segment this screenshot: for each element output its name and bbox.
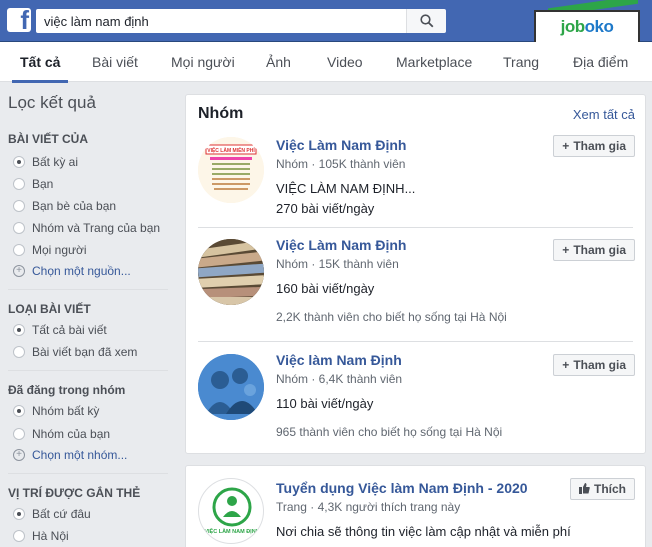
filter-heading-tagged-location: VỊ TRÍ ĐƯỢC GẮN THẺ xyxy=(8,486,141,500)
search-icon xyxy=(419,14,433,28)
avatar-caption: VIỆC LÀM MIỄN PHÍ xyxy=(207,146,255,154)
filter-option-seen-posts[interactable]: Bài viết bạn đã xem xyxy=(13,343,137,361)
search-tabs: Tất cả Bài viết Mọi người Ảnh Video Mark… xyxy=(0,42,652,83)
tab-people[interactable]: Mọi người xyxy=(171,42,235,82)
group-meta: Nhóm · 15K thành viên xyxy=(276,257,399,271)
filter-sidebar: Lọc kết quả BÀI VIẾT CỦA Bất kỳ ai Bạn B… xyxy=(0,83,176,547)
group-meta: Nhóm · 6,4K thành viên xyxy=(276,372,403,386)
group-posts-per-day: 160 bài viết/ngày xyxy=(276,281,375,296)
page-avatar[interactable]: VIỆC LÀM NAM ĐỊNH xyxy=(198,478,264,544)
group-members-location: 2,2K thành viên cho biết họ sống tại Hà … xyxy=(276,310,507,324)
join-group-button[interactable]: + Tham gia xyxy=(553,239,635,261)
join-group-button[interactable]: + Tham gia xyxy=(553,354,635,376)
row-divider xyxy=(198,341,633,342)
radio-icon xyxy=(13,178,25,190)
group-result[interactable]: VIỆC LÀM MIỄN PHÍ Việc Làm Nam Định Nhóm… xyxy=(186,133,645,233)
plus-icon: + xyxy=(562,243,570,257)
filter-option-all-posts[interactable]: Tất cả bài viết xyxy=(13,321,107,339)
radio-selected-icon xyxy=(13,324,25,336)
sidebar-divider xyxy=(8,473,168,474)
joboko-logo: job oko xyxy=(534,10,640,44)
page-description: Nơi chia sẽ thông tin việc làm cập nhật … xyxy=(276,524,571,539)
group-avatar[interactable] xyxy=(198,354,264,420)
facebook-logo-icon[interactable]: f xyxy=(7,8,31,32)
sidebar-divider xyxy=(8,289,168,290)
group-posts-per-day: 270 bài viết/ngày xyxy=(276,201,375,216)
radio-selected-icon xyxy=(13,508,25,520)
tab-places[interactable]: Địa điểm xyxy=(573,42,628,82)
sidebar-divider xyxy=(8,370,168,371)
choose-source-link[interactable]: + Chọn một nguồn... xyxy=(13,262,131,280)
tab-photos[interactable]: Ảnh xyxy=(266,42,291,82)
groups-card-title: Nhóm xyxy=(198,105,244,122)
filter-option-anywhere[interactable]: Bất cứ đâu xyxy=(13,505,91,523)
group-name-link[interactable]: Việc làm Nam Định xyxy=(276,352,402,368)
filter-option-groups-pages[interactable]: Nhóm và Trang của bạn xyxy=(13,219,160,237)
like-page-button[interactable]: Thích xyxy=(570,478,635,500)
group-posts-per-day: 110 bài viết/ngày xyxy=(276,396,374,411)
plus-icon: + xyxy=(562,139,570,153)
group-name-link[interactable]: Việc Làm Nam Định xyxy=(276,137,406,153)
plus-icon: + xyxy=(562,358,570,372)
filter-option-you[interactable]: Bạn xyxy=(13,175,53,193)
radio-icon xyxy=(13,428,25,440)
radio-icon xyxy=(13,346,25,358)
group-avatar[interactable]: VIỆC LÀM MIỄN PHÍ xyxy=(198,137,264,203)
row-divider xyxy=(198,227,633,228)
radio-icon xyxy=(13,530,25,542)
search-box[interactable] xyxy=(36,9,406,33)
filter-heading-posted-in-group: Đã đăng trong nhóm xyxy=(8,383,126,397)
page-name-link[interactable]: Tuyển dụng Việc làm Nam Định - 2020 xyxy=(276,480,528,496)
tab-pages[interactable]: Trang xyxy=(503,42,539,82)
filter-option-friends[interactable]: Bạn bè của bạn xyxy=(13,197,116,215)
tab-videos[interactable]: Video xyxy=(327,42,363,82)
radio-selected-icon xyxy=(13,156,25,168)
group-result[interactable]: Việc làm Nam Định Nhóm · 6,4K thành viên… xyxy=(186,352,645,452)
page-meta: Trang · 4,3K người thích trang này xyxy=(276,500,461,514)
thumbs-up-icon xyxy=(579,483,590,494)
radio-icon xyxy=(13,244,25,256)
choose-group-link[interactable]: + Chọn một nhóm... xyxy=(13,446,127,464)
group-members-location: 965 thành viên cho biết họ sống tại Hà N… xyxy=(276,425,503,439)
filter-option-hanoi[interactable]: Hà Nội xyxy=(13,527,69,545)
group-meta: Nhóm · 105K thành viên xyxy=(276,157,406,171)
groups-card: Nhóm Xem tất cả VIỆC LÀM MIỄN PHÍ Việc L… xyxy=(185,94,646,454)
tab-all[interactable]: Tất cả xyxy=(11,42,70,83)
search-button[interactable] xyxy=(406,9,446,33)
radio-icon xyxy=(13,200,25,212)
tab-posts[interactable]: Bài viết xyxy=(92,42,138,82)
filter-option-everyone[interactable]: Mọi người xyxy=(13,241,87,259)
group-description: VIỆC LÀM NAM ĐỊNH... xyxy=(276,181,416,196)
joboko-logo-right: oko xyxy=(584,17,614,36)
filter-option-any-group[interactable]: Nhóm bất kỳ xyxy=(13,402,99,420)
group-name-link[interactable]: Việc Làm Nam Định xyxy=(276,237,406,253)
join-group-button[interactable]: + Tham gia xyxy=(553,135,635,157)
filter-title: Lọc kết quả xyxy=(8,93,96,112)
plus-circle-icon: + xyxy=(13,449,25,461)
page-result-card[interactable]: VIỆC LÀM NAM ĐỊNH Tuyển dụng Việc làm Na… xyxy=(185,465,646,547)
filter-option-anyone[interactable]: Bất kỳ ai xyxy=(13,153,78,171)
plus-circle-icon: + xyxy=(13,265,25,277)
search-input[interactable] xyxy=(36,9,406,33)
filter-heading-posted-by: BÀI VIẾT CỦA xyxy=(8,132,89,146)
radio-selected-icon xyxy=(13,405,25,417)
see-all-link[interactable]: Xem tất cả xyxy=(573,107,635,122)
joboko-logo-left: job xyxy=(560,17,586,36)
filter-option-your-groups[interactable]: Nhóm của bạn xyxy=(13,425,110,443)
avatar-caption: VIỆC LÀM NAM ĐỊNH xyxy=(204,527,259,535)
group-avatar[interactable] xyxy=(198,239,264,305)
tab-marketplace[interactable]: Marketplace xyxy=(396,42,472,82)
group-result[interactable]: Việc Làm Nam Định Nhóm · 15K thành viên … xyxy=(186,237,645,341)
radio-icon xyxy=(13,222,25,234)
filter-heading-post-type: LOẠI BÀI VIẾT xyxy=(8,302,91,316)
